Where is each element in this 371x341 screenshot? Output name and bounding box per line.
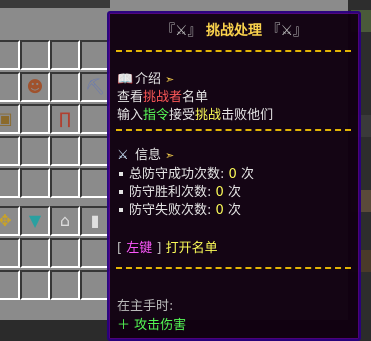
- inventory-slot[interactable]: [80, 40, 110, 70]
- inventory-slot[interactable]: [20, 104, 50, 134]
- helmet-icon: ⌂: [59, 211, 71, 230]
- inventory-slot[interactable]: [0, 136, 20, 166]
- inventory-slot[interactable]: ⌂: [50, 206, 80, 236]
- title-left-mark: 『⚔』: [160, 23, 202, 39]
- sword-icon: ⚔: [117, 148, 129, 163]
- intro-heading: 📖 介绍 ➣: [117, 72, 175, 87]
- tooltip-title: 『⚔』 挑战处理 『⚔』: [109, 20, 359, 40]
- title-text: 挑战处理: [206, 23, 262, 39]
- inventory-slot[interactable]: [50, 72, 80, 102]
- inventory-slot[interactable]: [80, 136, 110, 166]
- inventory-slot[interactable]: [80, 270, 110, 300]
- inventory-slot[interactable]: [80, 168, 110, 198]
- info-row-total: 总防守成功次数: 0 次: [117, 163, 254, 182]
- arrow-icon: ➣: [165, 73, 175, 86]
- inventory-slot[interactable]: [50, 270, 80, 300]
- inventory-slot[interactable]: [0, 270, 20, 300]
- arrow-icon: ➣: [165, 149, 175, 162]
- inventory-slot[interactable]: [20, 238, 50, 268]
- info-heading: ⚔ 信息 ➣: [117, 148, 175, 163]
- book-icon: 📖: [117, 72, 134, 87]
- divider-bottom: [116, 267, 351, 269]
- info-row-losses: 防守失败次数: 0 次: [117, 199, 241, 218]
- intro-line-2: 输入指令接受挑战击败他们: [117, 108, 274, 123]
- bullet-icon: [119, 207, 123, 212]
- inventory-slot[interactable]: [50, 136, 80, 166]
- inventory-slot[interactable]: [50, 168, 80, 198]
- item-tooltip: 『⚔』 挑战处理 『⚔』 📖 介绍 ➣ 查看挑战者名单 输入指令接受挑战击败他们 ⚔…: [107, 11, 361, 341]
- villager-head-icon: ☻: [26, 77, 44, 96]
- leather-pants-icon: ∏: [58, 109, 72, 128]
- inventory-slot[interactable]: ∏: [50, 104, 80, 134]
- inventory-slot[interactable]: [80, 238, 110, 268]
- inventory-slot[interactable]: [20, 168, 50, 198]
- divider-mid: [116, 129, 351, 131]
- inventory-slot[interactable]: [0, 168, 20, 198]
- inventory-slot[interactable]: [0, 40, 20, 70]
- chestplate-icon: ▼: [28, 211, 42, 230]
- inventory-slot[interactable]: [20, 136, 50, 166]
- inventory-top-bar: [0, 0, 110, 8]
- title-right-mark: 『⚔』: [266, 23, 308, 39]
- action-open-list: [ 左键 ] 打开名单: [117, 241, 218, 256]
- item-icon: ✥: [0, 211, 12, 230]
- inventory-slot[interactable]: [20, 270, 50, 300]
- inventory-slot[interactable]: [50, 238, 80, 268]
- bullet-icon: [119, 189, 123, 194]
- diamond-pickaxe-icon: ⛏: [85, 77, 106, 96]
- inventory-slot[interactable]: [0, 72, 20, 102]
- inventory-slot[interactable]: ▣: [0, 104, 20, 134]
- attack-damage-line: ＋ 攻击伤害: [117, 318, 187, 333]
- chest-icon: ▣: [0, 109, 13, 128]
- inventory-slot[interactable]: [50, 40, 80, 70]
- inventory-slot[interactable]: ☻: [20, 72, 50, 102]
- inventory-slot[interactable]: ▮: [80, 206, 110, 236]
- inventory-slot[interactable]: [20, 40, 50, 70]
- bullet-icon: [119, 171, 123, 176]
- inventory-slot[interactable]: ✥: [0, 206, 20, 236]
- inventory-slot[interactable]: ▼: [20, 206, 50, 236]
- info-row-wins: 防守胜利次数: 0 次: [117, 181, 241, 200]
- inventory-slot[interactable]: [80, 104, 110, 134]
- divider-top: [116, 50, 351, 52]
- intro-line-1: 查看挑战者名单: [117, 90, 209, 105]
- main-hand-label: 在主手时:: [117, 299, 174, 314]
- inventory-slot[interactable]: ⛏: [80, 72, 110, 102]
- inventory-slot[interactable]: [0, 238, 20, 268]
- item-icon: ▮: [90, 211, 100, 230]
